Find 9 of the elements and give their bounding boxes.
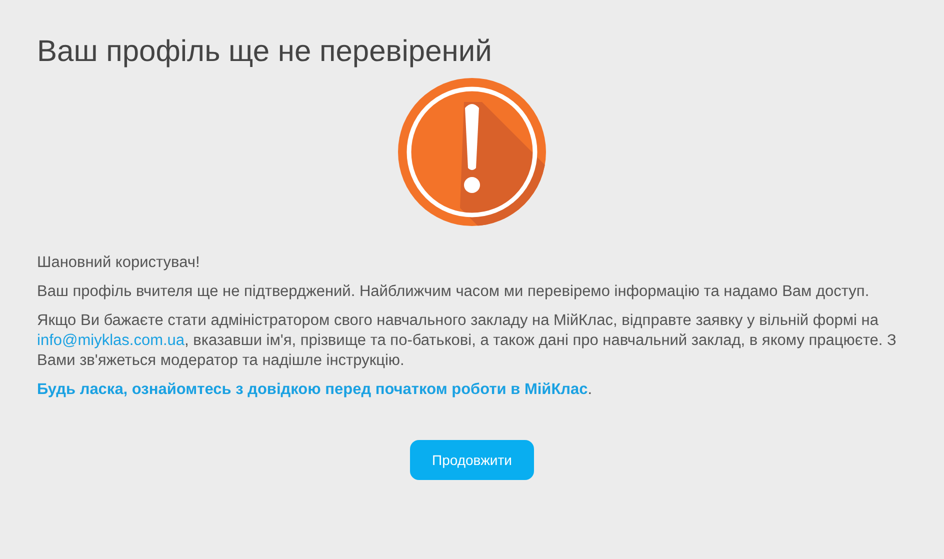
warning-icon [398, 78, 546, 226]
email-link[interactable]: info@miyklas.com.ua [37, 332, 185, 349]
continue-button[interactable]: Продовжити [410, 440, 534, 480]
link-paragraph: Будь ласка, ознайомтесь з довідкою перед початком роботи в МійКлас. [37, 380, 594, 400]
page-title: Ваш профіль ще не перевірений [37, 34, 492, 70]
message-paragraph: Шановний користувач! [37, 253, 201, 273]
help-link[interactable]: Будь ласка, ознайомтесь з довідкою перед початком роботи в МійКлас [37, 381, 588, 398]
message-paragraph: Ваш профіль вчителя ще не підтверджений. Найближчим часом ми перевіремо інформацію та надамо Вам доступ. [37, 282, 870, 302]
link-paragraph: Якщо Ви бажаєте стати адміністратором свого навчального закладу на МійКлас, відправте заявку у вільній формі на info@miyklas.com.ua, вказавши ім'я, прізвище та по-батькові, а також дані про навчальний заклад, в якому працюєте. З Вами зв'яжеться модератор та надішле інструкцію. [37, 311, 898, 371]
